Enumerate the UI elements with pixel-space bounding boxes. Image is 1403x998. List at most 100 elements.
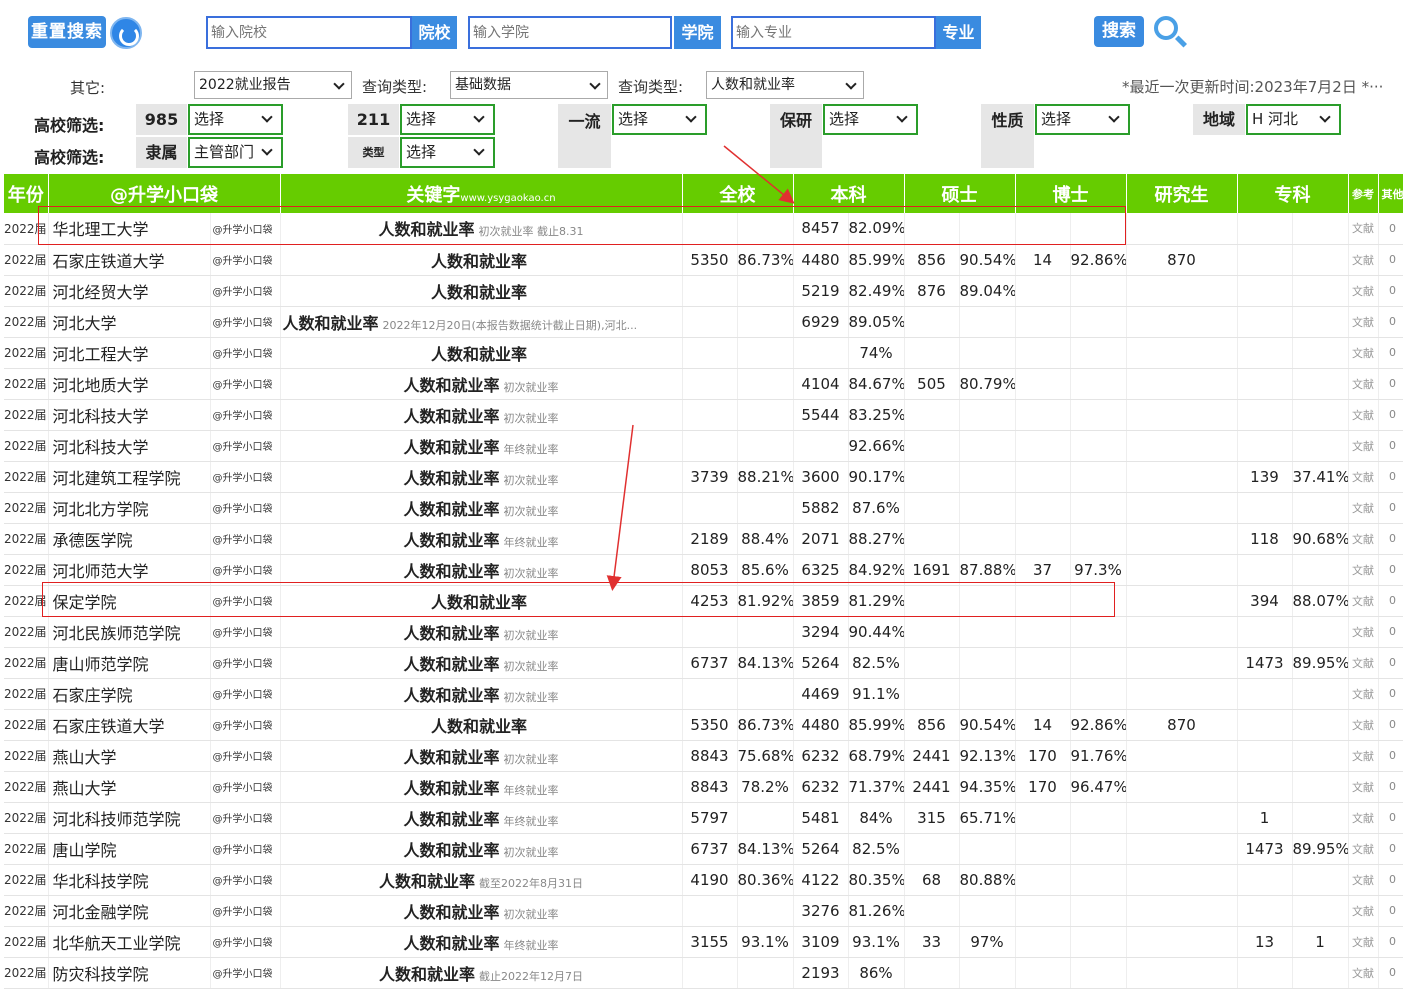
source-cell: @升学小口袋 <box>210 802 281 834</box>
ref-link[interactable]: 文献 <box>1348 833 1379 865</box>
ben-count-cell: 6929 <box>793 306 849 338</box>
ben-rate-cell: 83.25% <box>848 399 905 431</box>
select-211[interactable]: 选择 <box>400 104 495 135</box>
select-leixing[interactable]: 选择 <box>400 137 495 168</box>
ref-link[interactable]: 文献 <box>1348 585 1379 617</box>
major-tag[interactable]: 专业 <box>936 16 981 49</box>
source-cell: @升学小口袋 <box>210 647 281 679</box>
bo-count-cell <box>1015 337 1071 369</box>
shuo-rate-cell <box>959 461 1016 493</box>
ref-link[interactable]: 文献 <box>1348 399 1379 431</box>
source-cell: @升学小口袋 <box>210 399 281 431</box>
other-count-cell: 0 <box>1378 368 1403 400</box>
ref-link[interactable]: 文献 <box>1348 957 1379 989</box>
school-filter-label: 高校筛选: <box>34 116 105 135</box>
ref-link[interactable]: 文献 <box>1348 275 1379 307</box>
ref-link[interactable]: 文献 <box>1348 864 1379 896</box>
zhuan-count-cell <box>1237 244 1293 276</box>
ref-link[interactable]: 文献 <box>1348 740 1379 772</box>
college-input[interactable] <box>470 18 670 47</box>
all-count-cell: 5797 <box>682 802 738 834</box>
table-row: 2022届 唐山学院 @升学小口袋 人数和就业率 初次就业率 6737 84.13% 5264… <box>4 833 1403 865</box>
select-yiliu[interactable]: 选择 <box>612 104 707 135</box>
keyword-text: 人数和就业率 <box>403 778 500 798</box>
select-baoyan[interactable]: 选择 <box>823 104 918 135</box>
select-985[interactable]: 选择 <box>188 104 283 135</box>
ref-link[interactable]: 文献 <box>1348 647 1379 679</box>
ref-link[interactable]: 文献 <box>1348 616 1379 648</box>
all-rate-cell <box>737 895 794 927</box>
refresh-icon[interactable] <box>110 17 142 49</box>
all-count-cell <box>682 430 738 462</box>
reset-search-button[interactable]: 重置搜索 <box>28 16 106 48</box>
ref-link[interactable]: 文献 <box>1348 523 1379 555</box>
ref-link[interactable]: 文献 <box>1348 368 1379 400</box>
school-input[interactable] <box>208 18 410 47</box>
school-name-cell: 河北金融学院 <box>48 895 211 927</box>
school-tag[interactable]: 院校 <box>412 16 457 49</box>
ref-link[interactable]: 文献 <box>1348 337 1379 369</box>
query-type2-select[interactable]: 人数和就业率 <box>706 71 864 99</box>
keyword-note: 年终就业率 <box>503 783 559 797</box>
col-keyword-url: www.ysygaokao.cn <box>460 192 556 204</box>
keyword-text: 人数和就业率 <box>403 530 500 550</box>
ref-link[interactable]: 文献 <box>1348 461 1379 493</box>
ref-link[interactable]: 文献 <box>1348 213 1379 245</box>
search-button[interactable]: 搜索 <box>1094 16 1144 47</box>
ref-link[interactable]: 文献 <box>1348 306 1379 338</box>
ben-count-cell: 5882 <box>793 492 849 524</box>
yjs-count-cell <box>1126 368 1238 400</box>
year-cell: 2022届 <box>4 771 49 803</box>
other-count-cell: 0 <box>1378 585 1403 617</box>
other-label: 其它: <box>70 79 106 97</box>
source-cell: @升学小口袋 <box>210 430 281 462</box>
col-zhuan: 专科 <box>1237 174 1349 213</box>
other-count-cell: 0 <box>1378 554 1403 586</box>
zhuan-count-cell <box>1237 616 1293 648</box>
school-name-cell: 河北地质大学 <box>48 368 211 400</box>
yjs-count-cell <box>1126 616 1238 648</box>
other-count-cell: 0 <box>1378 461 1403 493</box>
ref-link[interactable]: 文献 <box>1348 926 1379 958</box>
ben-rate-cell: 86% <box>848 957 905 989</box>
ben-count-cell: 2071 <box>793 523 849 555</box>
ref-link[interactable]: 文献 <box>1348 678 1379 710</box>
bo-rate-cell: 92.86% <box>1070 709 1127 741</box>
ref-link[interactable]: 文献 <box>1348 554 1379 586</box>
ref-link[interactable]: 文献 <box>1348 771 1379 803</box>
query-type-select[interactable]: 基础数据 <box>450 71 608 99</box>
ref-link[interactable]: 文献 <box>1348 244 1379 276</box>
shuo-rate-cell: 87.88% <box>959 554 1016 586</box>
ref-link[interactable]: 文献 <box>1348 895 1379 927</box>
zhuan-rate-cell: 37.41% <box>1292 461 1349 493</box>
ben-count-cell: 5264 <box>793 833 849 865</box>
keyword-note: 年终就业率 <box>503 938 559 952</box>
select-xingzhi[interactable]: 选择 <box>1035 104 1130 135</box>
table-row: 2022届 河北科技大学 @升学小口袋 人数和就业率 年终就业率 92.66% 文献 0 <box>4 430 1403 462</box>
other-select[interactable]: 2022就业报告 <box>194 71 352 99</box>
source-cell: @升学小口袋 <box>210 368 281 400</box>
select-region[interactable]: H 河北 <box>1246 104 1341 135</box>
major-input[interactable] <box>733 18 934 47</box>
ref-link[interactable]: 文献 <box>1348 492 1379 524</box>
shuo-count-cell: 315 <box>904 802 960 834</box>
college-tag[interactable]: 学院 <box>674 16 721 49</box>
ref-link[interactable]: 文献 <box>1348 802 1379 834</box>
shuo-count-cell <box>904 461 960 493</box>
school-name-cell: 河北科技大学 <box>48 430 211 462</box>
bo-count-cell <box>1015 492 1071 524</box>
keyword-note: 截止2022年12月7日 <box>479 969 583 983</box>
bo-count-cell: 170 <box>1015 740 1071 772</box>
table-row: 2022届 石家庄铁道大学 @升学小口袋 人数和就业率 5350 86.73% 4480 85… <box>4 244 1403 276</box>
search-icon[interactable] <box>1154 16 1178 40</box>
ref-link[interactable]: 文献 <box>1348 430 1379 462</box>
yjs-count-cell <box>1126 461 1238 493</box>
bo-rate-cell <box>1070 895 1127 927</box>
select-lishu[interactable]: 主管部门 <box>188 137 283 168</box>
other-count-cell: 0 <box>1378 678 1403 710</box>
zhuan-count-cell <box>1237 430 1293 462</box>
zhuan-rate-cell <box>1292 740 1349 772</box>
zhuan-rate-cell <box>1292 771 1349 803</box>
all-rate-cell <box>737 399 794 431</box>
ref-link[interactable]: 文献 <box>1348 709 1379 741</box>
